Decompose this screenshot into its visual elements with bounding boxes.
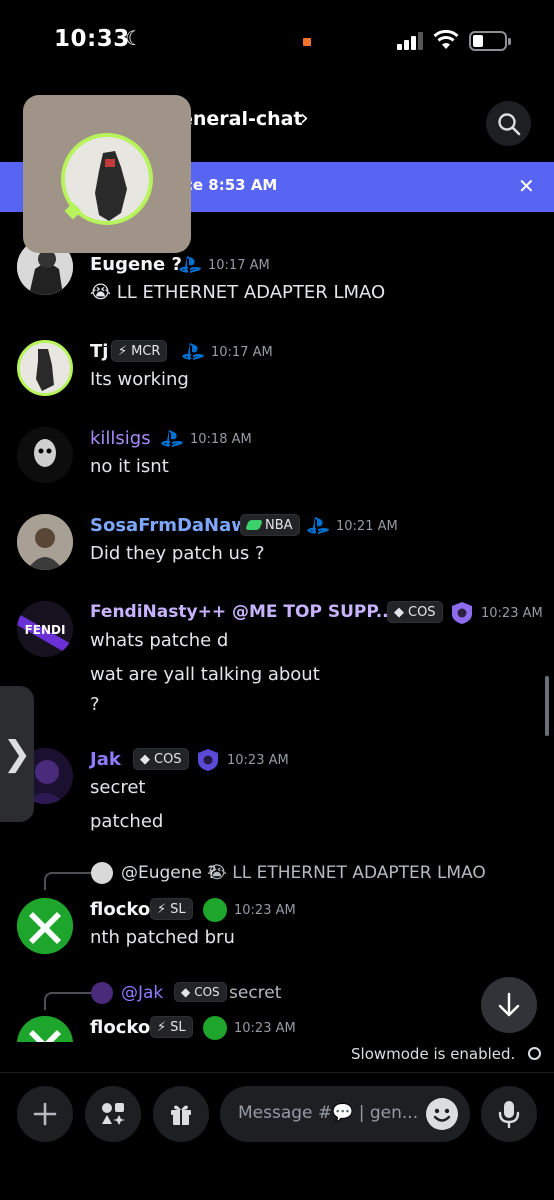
username[interactable]: FendiNasty++ @ME TOP SUPP... [90, 602, 395, 622]
guild-tag[interactable]: ⚡ SL [150, 898, 193, 920]
avatar[interactable] [17, 898, 73, 954]
jump-to-latest-button[interactable] [481, 977, 537, 1033]
timestamp: 10:17 AM [208, 258, 270, 273]
diamond-icon: ◆ [140, 751, 150, 767]
message-text: Its working [90, 369, 189, 390]
plus-icon [33, 1102, 57, 1126]
guild-tag[interactable]: ⚡ MCR [111, 340, 168, 362]
scrollbar[interactable] [545, 676, 549, 736]
arrow-down-icon [498, 992, 520, 1017]
reply-preview[interactable]: secret [229, 983, 281, 1003]
message-composer: Message #💬 | gen... [0, 1072, 554, 1200]
timestamp: 10:23 AM [234, 903, 296, 918]
playstation-icon [307, 517, 329, 534]
message-text: 😭 LL ETHERNET ADAPTER LMAO [90, 282, 386, 303]
lightning-icon: ⚡ [157, 901, 167, 917]
voice-message-button[interactable] [481, 1086, 537, 1142]
guild-tag[interactable]: ◆ COS [174, 982, 227, 1002]
search-icon [497, 112, 520, 135]
username[interactable]: Eugene ? [90, 254, 182, 275]
message-text: no it isnt [90, 456, 169, 477]
guild-tag[interactable]: ◆ COS [387, 601, 443, 623]
reply-preview[interactable]: 😭 LL ETHERNET ADAPTER LMAO [207, 863, 486, 883]
search-button[interactable] [486, 101, 531, 146]
message-text: nth patched bru [90, 927, 235, 948]
sidebar-handle[interactable]: ❯ [0, 686, 34, 822]
recording-indicator-icon [303, 38, 311, 46]
reply-connector [44, 872, 92, 890]
timestamp: 10:18 AM [190, 432, 252, 447]
reply-author[interactable]: @Eugene ? [121, 863, 216, 883]
supporter-badge-icon [198, 749, 218, 771]
gift-icon [171, 1105, 191, 1125]
timestamp: 10:21 AM [336, 519, 398, 534]
picture-in-picture-overlay[interactable] [23, 95, 191, 253]
playstation-icon [182, 343, 204, 360]
avatar [91, 862, 113, 884]
avatar[interactable] [17, 427, 73, 483]
message-text: whats patche d [90, 630, 229, 651]
gem-icon [245, 520, 263, 530]
microphone-icon [498, 1101, 520, 1128]
avatar-logo-text: FENDI [25, 623, 66, 637]
timestamp: 10:23 AM [227, 753, 289, 768]
cellular-signal-icon [397, 32, 423, 50]
username[interactable]: Jak [90, 749, 121, 770]
gift-button[interactable] [153, 1086, 209, 1142]
focus-moon-icon: ☾ [125, 26, 143, 50]
xbox-icon [203, 898, 227, 922]
timestamp: 10:17 AM [211, 345, 273, 360]
avatar [91, 982, 113, 1004]
guild-tag[interactable]: NBA [240, 514, 300, 536]
stopwatch-icon [528, 1047, 542, 1060]
emoji-button[interactable] [426, 1098, 458, 1130]
avatar[interactable] [17, 340, 73, 396]
username[interactable]: Tj [90, 341, 108, 362]
guild-tag[interactable]: ◆ COS [133, 748, 189, 770]
username[interactable]: flocko [90, 1017, 150, 1038]
username[interactable]: killsigs [90, 428, 151, 449]
timestamp: 10:23 AM [481, 606, 543, 621]
message-input-placeholder: Message #💬 | gen... [238, 1103, 419, 1123]
message-text: wat are yall talking about [90, 664, 320, 685]
message-text: ? [90, 694, 100, 715]
message-text: patched [90, 811, 164, 832]
status-time: 10:33 [54, 26, 130, 52]
username[interactable]: flocko [90, 899, 150, 920]
diamond-icon: ◆ [394, 604, 404, 620]
chevron-right-icon: ❯ [2, 734, 32, 774]
message-input[interactable]: Message #💬 | gen... [220, 1086, 470, 1142]
xbox-icon [203, 1016, 227, 1040]
chevron-right-icon[interactable]: › [300, 106, 309, 131]
apps-button[interactable] [85, 1086, 141, 1142]
slowmode-notice: Slowmode is enabled. [351, 1045, 542, 1063]
smiley-icon [433, 1108, 451, 1122]
avatar[interactable] [17, 514, 73, 570]
diamond-icon: ◆ [181, 985, 191, 999]
message-list[interactable]: Eugene ? 10:17 AM 😭 LL ETHERNET ADAPTER … [0, 212, 554, 1042]
avatar[interactable]: FENDI [17, 601, 73, 657]
wifi-icon [433, 29, 459, 49]
guild-tag[interactable]: ⚡ SL [150, 1016, 193, 1038]
battery-icon [469, 31, 511, 51]
supporter-badge-icon [452, 602, 472, 624]
reply-author[interactable]: @Jak [121, 983, 163, 1003]
playstation-icon [179, 256, 201, 273]
add-attachment-button[interactable] [17, 1086, 73, 1142]
message-text: secret [90, 777, 146, 798]
status-bar: 10:33 ☾ [0, 0, 554, 84]
timestamp: 10:23 AM [234, 1021, 296, 1036]
reply-connector [44, 992, 92, 1010]
username[interactable]: SosaFrmDaNawf [90, 515, 256, 536]
lightning-icon: ⚡ [118, 343, 128, 359]
channel-title[interactable]: eneral-chat [180, 108, 303, 130]
avatar[interactable] [17, 1016, 73, 1042]
apps-icon [102, 1103, 125, 1125]
message-text: Did they patch us ? [90, 543, 265, 564]
close-icon[interactable]: ✕ [518, 174, 535, 198]
playstation-icon [161, 430, 183, 447]
lightning-icon: ⚡ [157, 1019, 167, 1035]
banner-text: ce 8:53 AM [184, 176, 278, 194]
